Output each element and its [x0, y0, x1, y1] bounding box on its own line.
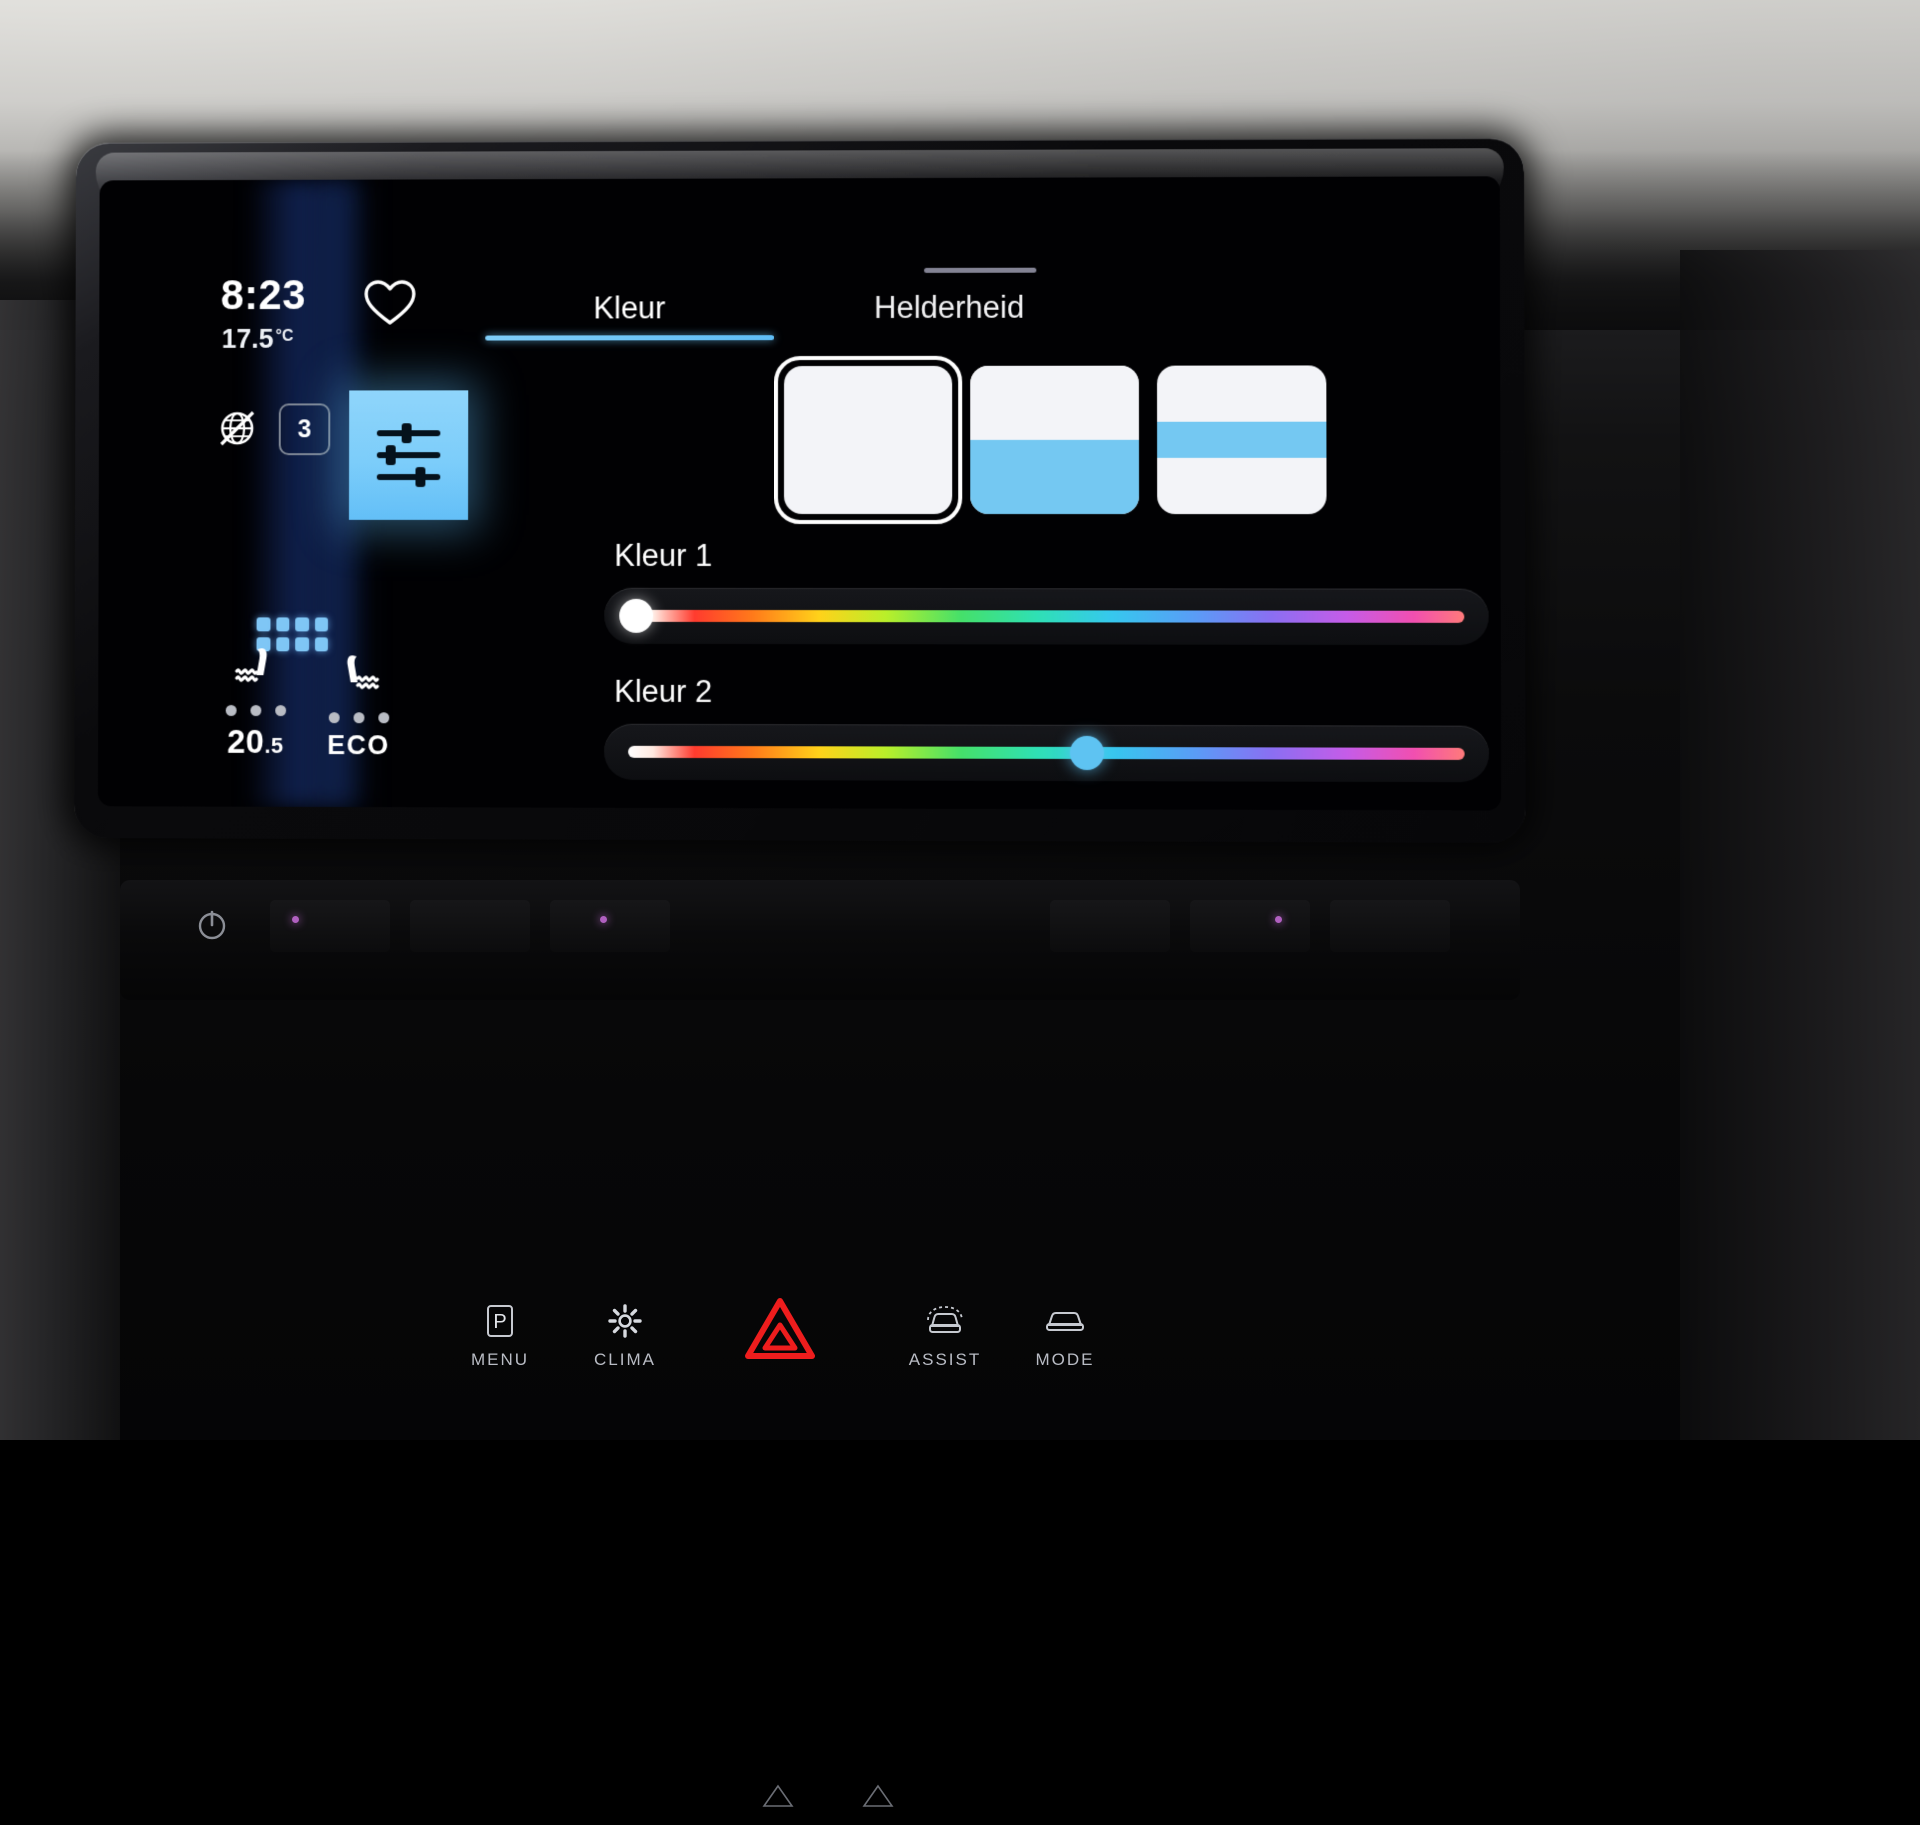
- kleur-1-slider-thumb[interactable]: [620, 599, 654, 633]
- kleur-2-slider[interactable]: [604, 724, 1489, 782]
- seat-level-dot: [250, 705, 261, 716]
- hw-slot[interactable]: [550, 900, 670, 952]
- seat-level-dots: [304, 712, 413, 723]
- power-icon[interactable]: [195, 908, 229, 942]
- svg-text:P: P: [493, 1311, 506, 1333]
- preset-solid-white[interactable]: [784, 366, 952, 514]
- driver-seat-heating-control[interactable]: 20.5: [201, 645, 310, 761]
- temperature-unit: °C: [276, 328, 294, 345]
- hardware-control-strip: [120, 880, 1520, 1000]
- clima-button[interactable]: CLIMA: [550, 1298, 700, 1370]
- tab-active-underline: [485, 335, 774, 340]
- air-recirculation-off-icon[interactable]: [215, 406, 259, 450]
- infotainment-bezel: 8:23 17.5°C 3: [74, 138, 1526, 843]
- kleur-1-slider-block: Kleur 1: [604, 538, 1488, 645]
- temperature-value: 17.5: [222, 324, 274, 354]
- seat-level-dot: [275, 705, 286, 716]
- status-rail: 8:23 17.5°C 3: [98, 179, 466, 807]
- seat-heating-icon: [332, 652, 386, 698]
- bottom-button-bar: P MENU CLIMA: [0, 1240, 1920, 1370]
- grid-cell: [295, 617, 308, 631]
- clima-button-label: CLIMA: [550, 1350, 700, 1370]
- driver-temp-int: 20: [227, 723, 264, 760]
- seat-level-dot: [328, 712, 339, 723]
- tab-kleur-label: Kleur: [593, 290, 665, 325]
- hazard-triangle-icon: [705, 1294, 855, 1364]
- fan-icon: [550, 1298, 700, 1344]
- grid-cell: [257, 617, 270, 631]
- preset-half-top: [970, 366, 1139, 440]
- clock: 8:23: [221, 271, 306, 319]
- passenger-seat-heating-control[interactable]: ECO: [304, 652, 413, 761]
- hw-slot[interactable]: [1330, 900, 1450, 952]
- ambient-light-settings-panel: Kleur Helderheid Kleur 1: [465, 176, 1502, 810]
- preset-center-stripe[interactable]: [1157, 365, 1327, 514]
- driver-temperature-value: 20.5: [201, 723, 310, 761]
- grid-cell: [315, 617, 328, 631]
- seat-level-dot: [225, 705, 236, 716]
- kleur-2-slider-block: Kleur 2: [604, 674, 1489, 782]
- hw-slot[interactable]: [1050, 900, 1170, 952]
- seat-level-dot: [353, 712, 364, 723]
- seat-level-dot: [378, 712, 389, 723]
- outside-temperature: 17.5°C: [222, 324, 294, 355]
- hw-slot[interactable]: [1190, 900, 1310, 952]
- tab-bar: Kleur Helderheid: [465, 289, 1500, 353]
- hw-slot[interactable]: [270, 900, 390, 952]
- kleur-2-label: Kleur 2: [614, 674, 1489, 712]
- tab-helderheid[interactable]: Helderheid: [784, 290, 1115, 341]
- kleur-1-label: Kleur 1: [614, 538, 1488, 575]
- seat-level-dots: [201, 705, 310, 716]
- hw-led: [1275, 916, 1282, 923]
- preset-stripe: [1157, 422, 1326, 458]
- kleur-1-slider[interactable]: [604, 588, 1488, 645]
- drag-handle[interactable]: [924, 268, 1036, 273]
- mode-button-label: MODE: [990, 1350, 1140, 1370]
- car-mode-icon: [990, 1298, 1140, 1344]
- kleur-1-gradient-track: [628, 610, 1464, 623]
- hw-led: [600, 916, 607, 923]
- passenger-temperature-value: ECO: [304, 730, 413, 761]
- infotainment-screen[interactable]: 8:23 17.5°C 3: [98, 176, 1501, 810]
- tab-helderheid-label: Helderheid: [874, 290, 1024, 325]
- mode-button[interactable]: MODE: [990, 1298, 1140, 1370]
- touch-slider-group[interactable]: [760, 1780, 990, 1820]
- grid-cell: [276, 617, 289, 631]
- grid-cell: [315, 637, 328, 651]
- preset-half-bottom: [970, 440, 1139, 514]
- kleur-2-slider-thumb[interactable]: [1069, 736, 1103, 770]
- driver-temp-frac: .5: [264, 733, 283, 758]
- hazard-button[interactable]: [705, 1294, 855, 1370]
- preset-card-row: [465, 357, 1500, 518]
- fan-speed-badge[interactable]: 3: [279, 403, 331, 455]
- kleur-2-gradient-track: [628, 746, 1465, 760]
- sliders-icon-tile[interactable]: [349, 390, 468, 520]
- hw-led: [292, 916, 299, 923]
- hw-slot[interactable]: [410, 900, 530, 952]
- tab-kleur[interactable]: Kleur: [485, 290, 774, 340]
- heart-icon[interactable]: [362, 277, 418, 329]
- seat-heating-icon: [229, 645, 283, 691]
- preset-split-half[interactable]: [970, 366, 1139, 514]
